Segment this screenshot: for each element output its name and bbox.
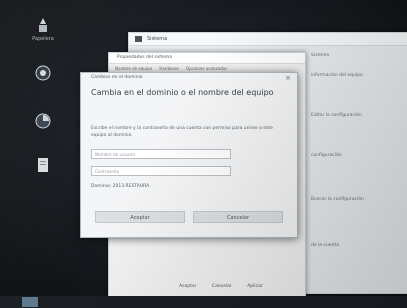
tab-hardware[interactable]: Hardware: [159, 66, 178, 71]
cancel-button[interactable]: Cancelar: [212, 284, 232, 289]
accept-button[interactable]: Aceptar: [95, 211, 185, 223]
apply-button[interactable]: Aplicar: [247, 284, 263, 289]
system-properties-tabs: Nombre de equipo Hardware Opciones avanz…: [115, 66, 233, 71]
desktop-icon-label: Papelera: [32, 36, 54, 42]
desktop-icon-document[interactable]: [26, 156, 60, 176]
dialog-heading: Cambia en el dominio o el nombre del equ…: [91, 88, 274, 97]
settings-item[interactable]: información del equipo: [311, 73, 363, 78]
settings-right-pane: Sistema información del equipo Editar la…: [301, 47, 407, 291]
system-properties-footer: Aceptar Cancelar Aplicar: [179, 284, 277, 289]
desktop-icon-app-2[interactable]: [26, 112, 60, 132]
password-field[interactable]: Contraseña: [91, 166, 231, 176]
settings-icon: [135, 36, 142, 42]
dialog-title: Cambios en el dominio: [91, 75, 143, 80]
dialog-description: Escribe el nombre y la contraseña de una…: [91, 126, 273, 138]
desktop-icon-app[interactable]: [26, 64, 60, 84]
taskbar: [0, 296, 407, 308]
domain-change-dialog: Cambios en el dominio × Cambia en el dom…: [80, 72, 298, 238]
desktop-screen: Papelera Sistema Sistema información del…: [0, 0, 407, 308]
username-field[interactable]: Nombre de usuario: [91, 149, 231, 159]
recycle-bin-icon: [39, 18, 47, 32]
settings-item[interactable]: Sistema: [311, 53, 329, 58]
cancel-dialog-button[interactable]: Cancelar: [193, 211, 283, 223]
settings-item[interactable]: Editar la configuración: [311, 113, 362, 118]
desktop-icon-recycle-bin[interactable]: Papelera: [26, 16, 60, 42]
app-icon-2: [35, 113, 51, 129]
system-properties-title: Propiedades del sistema: [109, 53, 305, 64]
tab-advanced[interactable]: Opciones avanzadas: [186, 66, 227, 71]
tab-computer-name[interactable]: Nombre de equipo: [115, 66, 152, 71]
start-button[interactable]: [22, 297, 38, 307]
settings-item[interactable]: de la cuenta: [311, 243, 339, 248]
settings-item[interactable]: configuración: [311, 153, 342, 158]
document-icon: [38, 158, 48, 172]
domain-label: Dominio: 2013.RESTAURA.: [91, 184, 151, 189]
settings-titlebar: Sistema: [129, 33, 407, 46]
settings-item[interactable]: Buscar la configuración: [311, 197, 364, 202]
settings-title: Sistema: [147, 36, 168, 42]
ok-button[interactable]: Aceptar: [179, 284, 196, 289]
app-icon: [35, 65, 51, 81]
close-icon[interactable]: ×: [285, 73, 291, 83]
dialog-titlebar: Cambios en el dominio ×: [81, 73, 297, 83]
